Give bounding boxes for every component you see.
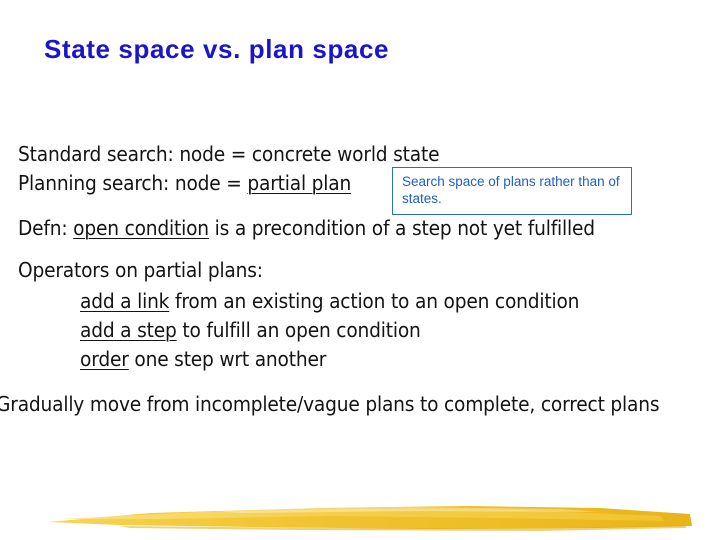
defn-term: open condition (73, 216, 209, 240)
planning-search-term: partial plan (247, 171, 352, 195)
operator-term: order (80, 347, 129, 371)
operator-term: add a step (80, 318, 177, 342)
body-line-operators-heading: Operators on partial plans: (18, 258, 263, 282)
conclusion-text: Gradually move from incomplete/vague pla… (0, 392, 660, 416)
body-line-planning-search: Planning search: node = partial plan (18, 171, 351, 195)
operator-item-add-a-step: add a step to fulfill an open condition (80, 318, 421, 342)
operator-description: from an existing action to an open condi… (169, 289, 580, 313)
page-title: State space vs. plan space (44, 34, 390, 64)
brush-stroke-decoration (48, 506, 692, 531)
standard-search-text: Standard search: node = concrete world s… (18, 142, 440, 166)
callout-text: Search space of plans rather than of sta… (402, 174, 620, 206)
defn-suffix: is a precondition of a step not yet fulf… (208, 216, 595, 240)
operators-heading-text: Operators on partial plans: (18, 258, 263, 282)
body-line-standard-search: Standard search: node = concrete world s… (18, 142, 440, 166)
planning-search-prefix: Planning search: node = (18, 171, 248, 195)
callout-box: Search space of plans rather than of sta… (392, 167, 632, 215)
slide-canvas: State space vs. plan space Standard sear… (0, 0, 720, 540)
defn-prefix: Defn: (18, 216, 74, 240)
operator-description: to fulfill an open condition (176, 318, 421, 342)
operator-item-add-a-link: add a link from an existing action to an… (80, 289, 579, 313)
operator-item-order: order one step wrt another (80, 347, 326, 371)
operator-term: add a link (80, 289, 170, 313)
operator-description: one step wrt another (128, 347, 327, 371)
body-line-conclusion: Gradually move from incomplete/vague pla… (0, 392, 660, 416)
body-line-definition: Defn: open condition is a precondition o… (18, 216, 595, 240)
